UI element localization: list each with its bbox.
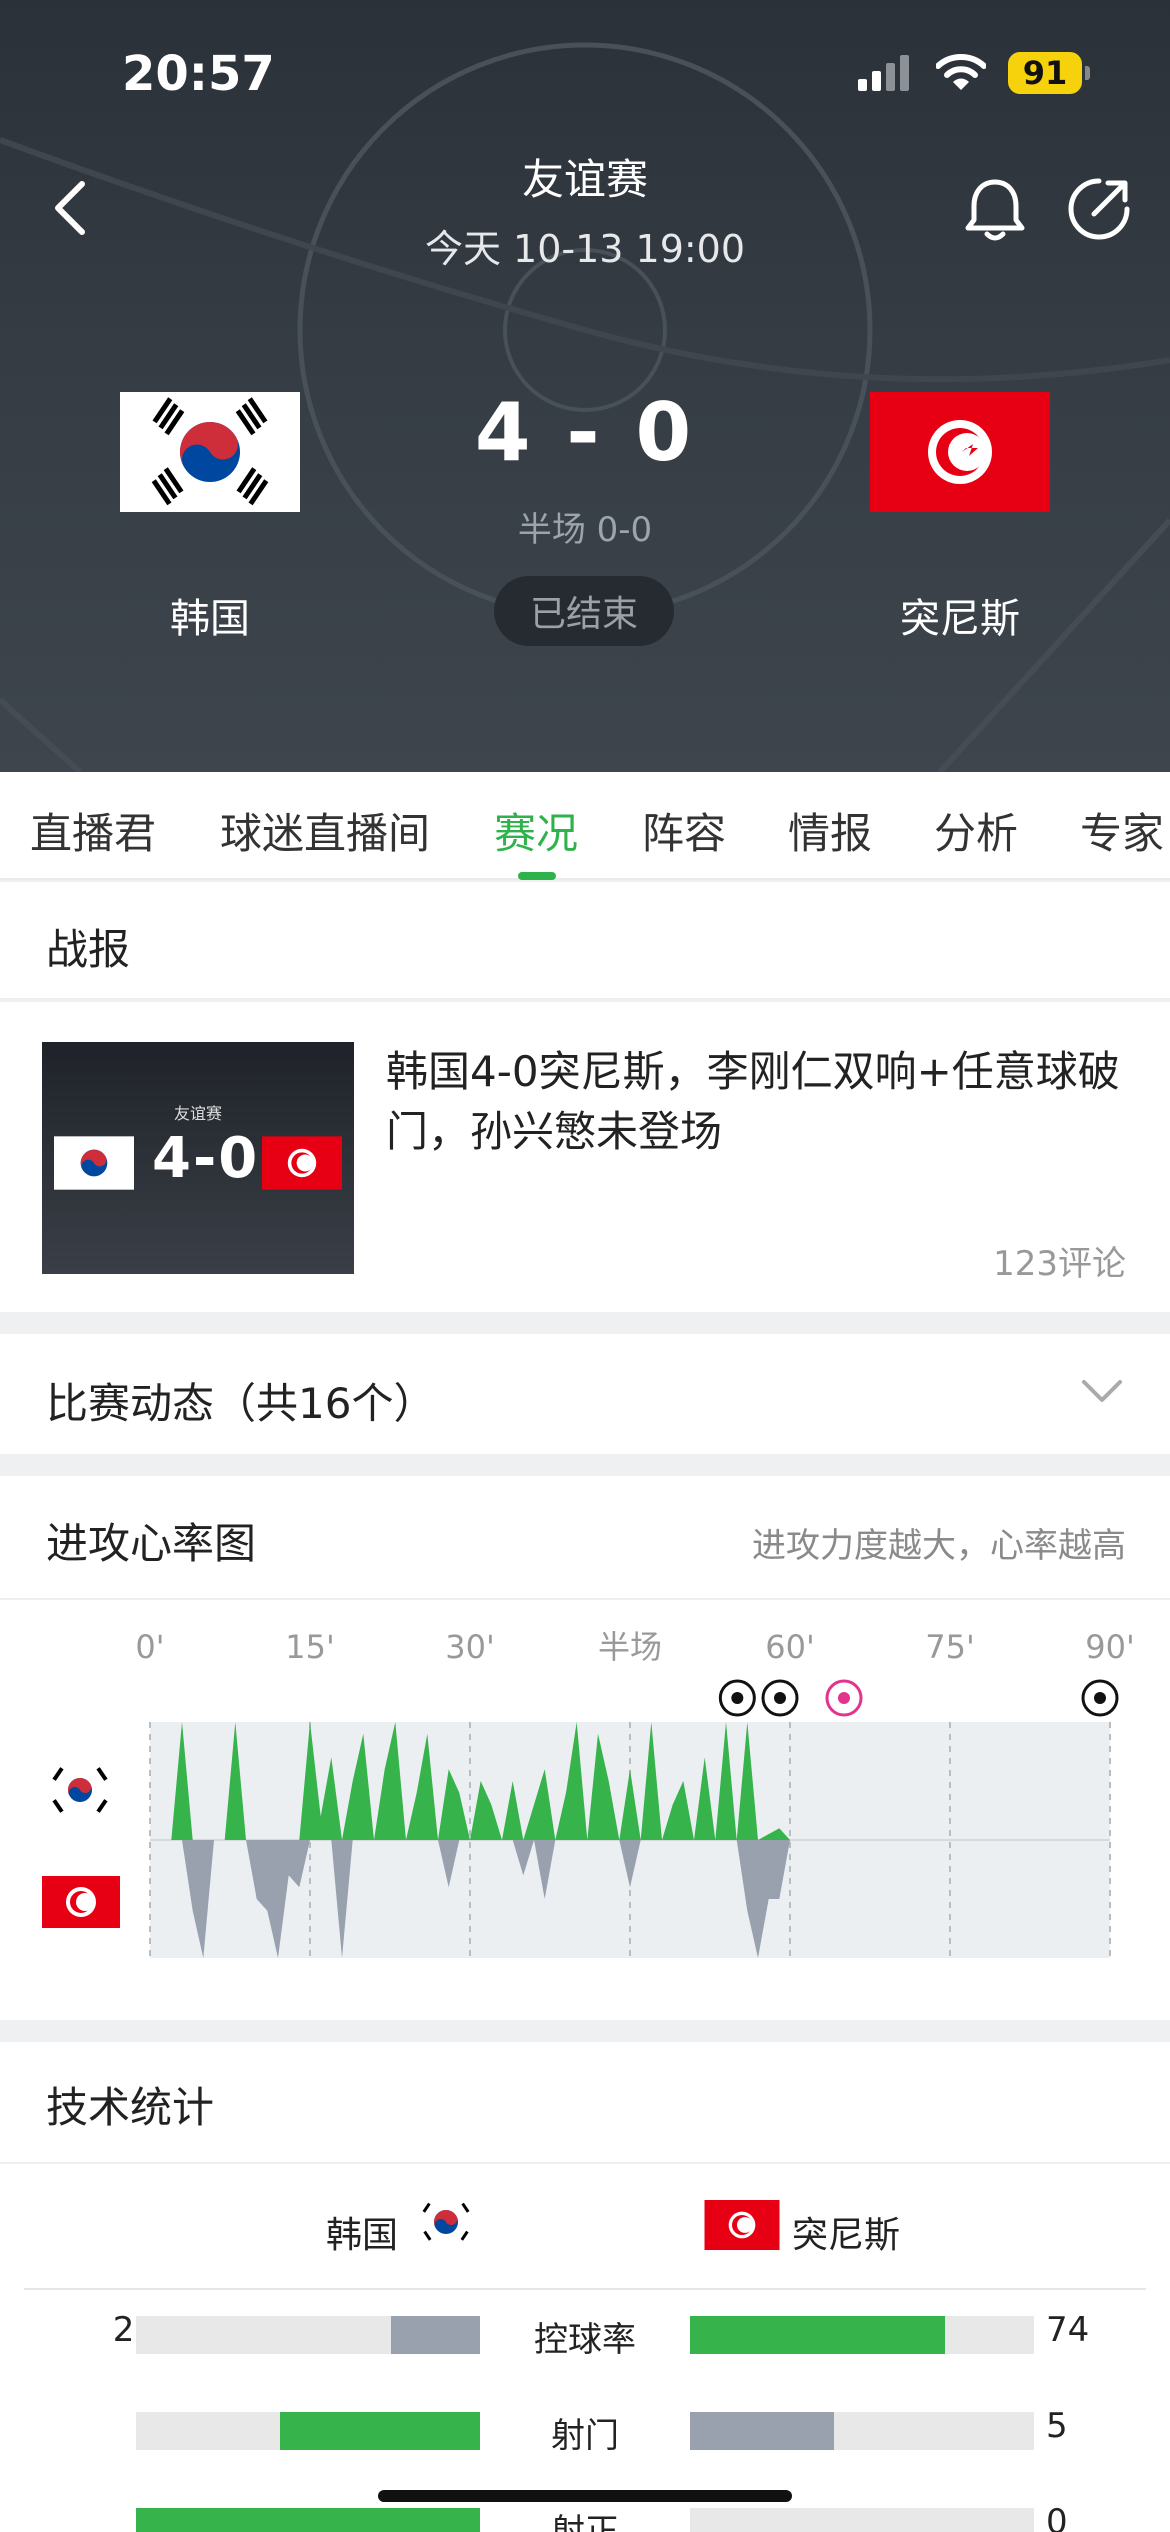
goal-ball-center — [774, 1692, 786, 1704]
chart-away-flag-inner — [76, 1893, 94, 1911]
wifi-icon — [936, 54, 986, 90]
events-title: 比赛动态（共16个） — [46, 1379, 436, 1428]
tab-bar: 直播君 球迷直播间 赛况 阵容 情报 分析 专家 — [0, 772, 1170, 880]
tab-zhibojun[interactable]: 直播君 — [30, 800, 156, 861]
heart-rate-title: 进攻心率图 — [46, 1519, 257, 1568]
stat-row: 7射门5 — [0, 2398, 1170, 2458]
battery-indicator: 91 — [1008, 52, 1090, 94]
stat-home-fill — [390, 2316, 480, 2354]
stat-away-fill — [690, 2412, 835, 2450]
tab-analysis[interactable]: 分析 — [934, 800, 1018, 861]
stats-home-team: 韩国 — [326, 2215, 399, 2256]
news-thumbnail[interactable]: 友谊赛 4-0 — [42, 1042, 354, 1274]
chart-x-tick: 30' — [445, 1628, 495, 1666]
report-section-title: 战报 — [46, 925, 131, 974]
share-icon[interactable] — [1066, 176, 1132, 242]
stat-away-bar — [690, 2508, 1034, 2532]
stat-row: 26 控球率 74 — [0, 2302, 1170, 2362]
stat-home-fill — [280, 2412, 480, 2450]
tab-match-status[interactable]: 赛况 — [494, 800, 578, 861]
stats-away-team: 突尼斯 — [792, 2215, 901, 2256]
heart-rate-chart: 0' 15' 30' 半场 60' 75' 90' — [0, 1600, 1170, 2010]
stat-label: 控球率 — [534, 2320, 636, 2360]
match-status-badge: 已结束 — [494, 576, 674, 646]
stats-korea-flag-icon — [422, 2202, 470, 2241]
chart-x-tick: 0' — [135, 1628, 164, 1666]
stat-away-fill — [690, 2316, 945, 2354]
thumb-tunisia-flag-icon — [262, 1136, 342, 1190]
divider — [0, 2162, 1170, 2164]
active-tab-indicator — [518, 872, 556, 880]
heart-rate-subtitle: 进攻力度越大，心率越高 — [752, 1526, 1126, 1566]
app-root: 20:57 91 友谊赛 今天 10-13 19:00 4 - 0 半场 0-0… — [0, 0, 1170, 2532]
stat-home-bar — [136, 2316, 480, 2354]
home-team-name[interactable]: 韩国 — [80, 586, 340, 644]
news-comment-count[interactable]: 123评论 — [993, 1236, 1126, 1285]
tab-lineup[interactable]: 阵容 — [642, 800, 726, 861]
report-header: 战报 — [0, 882, 1170, 1000]
stat-away-bar — [690, 2412, 1034, 2450]
chevron-down-icon[interactable] — [1080, 1370, 1124, 1414]
stat-home-bar — [136, 2508, 480, 2532]
signal-icon — [858, 55, 909, 91]
heart-rate-svg: 0' 15' 30' 半场 60' 75' 90' — [42, 1628, 1135, 1958]
half-time-score: 半场 0-0 — [517, 510, 653, 550]
stat-away-bar — [690, 2316, 1034, 2354]
goal-ball-center — [838, 1692, 850, 1704]
stats-title: 技术统计 — [46, 2083, 215, 2132]
chart-x-tick: 75' — [925, 1628, 975, 1666]
chart-x-tick: 90' — [1085, 1628, 1135, 1666]
thumbnail-score: 4-0 — [152, 1126, 260, 1191]
news-headline[interactable]: 韩国4-0突尼斯，李刚仁双响+任意球破门，孙兴慜未登场 — [386, 1042, 1126, 1162]
goal-ball-center — [1094, 1692, 1106, 1704]
goal-ball-center — [731, 1692, 744, 1704]
stat-away-value: 5 — [1046, 2406, 1068, 2446]
events-card[interactable]: 比赛动态（共16个） — [0, 1334, 1170, 1454]
away-team-name[interactable]: 突尼斯 — [830, 586, 1090, 644]
bell-icon[interactable] — [960, 176, 1030, 246]
divider — [24, 2288, 1146, 2290]
stats-card: 技术统计 — [0, 2042, 1170, 2532]
stats-tunisia-flag-icon — [704, 2200, 780, 2250]
thumbnail-league: 友谊赛 — [173, 1104, 222, 1123]
chart-x-tick: 60' — [765, 1628, 815, 1666]
tab-fan-live[interactable]: 球迷直播间 — [220, 800, 430, 861]
stat-label: 射门 — [551, 2416, 619, 2456]
chart-x-tick: 15' — [285, 1628, 335, 1666]
status-time: 20:57 — [122, 46, 275, 102]
stat-home-fill — [136, 2508, 480, 2532]
tab-intel[interactable]: 情报 — [788, 800, 872, 861]
home-indicator[interactable] — [378, 2490, 792, 2502]
battery-level: 91 — [1008, 52, 1082, 94]
match-score: 4 - 0 — [474, 386, 696, 479]
stat-label: 射正 — [551, 2512, 619, 2532]
tab-expert[interactable]: 专家 — [1080, 800, 1164, 861]
battery-tip — [1085, 66, 1090, 80]
thumb-korea-flag-icon — [54, 1136, 134, 1190]
stat-away-value: 74 — [1046, 2310, 1090, 2350]
stat-home-bar — [136, 2412, 480, 2450]
chart-x-tick: 半场 — [598, 1628, 662, 1666]
stat-away-value: 0 — [1046, 2502, 1068, 2532]
match-header: 20:57 91 友谊赛 今天 10-13 19:00 4 - 0 半场 0-0… — [0, 0, 1170, 772]
chart-home-flag-icon — [52, 1767, 108, 1813]
status-icons: 91 — [858, 52, 1090, 94]
